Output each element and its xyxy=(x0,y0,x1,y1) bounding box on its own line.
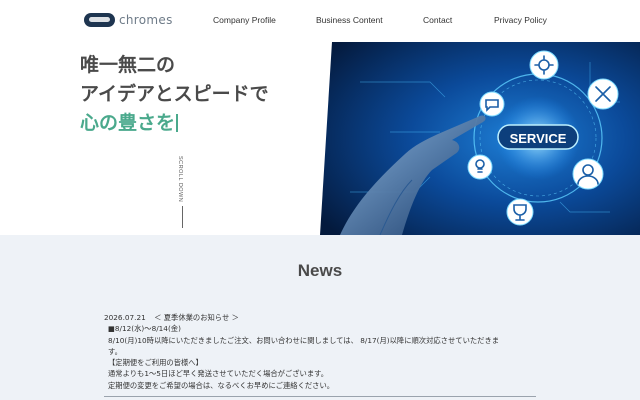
news-body-line: 【定期便をご利用の皆様へ】 xyxy=(108,358,203,368)
typing-cursor xyxy=(176,114,179,132)
nav-privacy-policy[interactable]: Privacy Policy xyxy=(494,15,547,25)
news-headline: ＜ 夏季休業のお知らせ ＞ xyxy=(154,313,239,322)
news-divider xyxy=(104,396,536,397)
hero-line-2: アイデアとスピードで xyxy=(80,83,269,105)
hero-heading: 唯一無二の アイデアとスピードで 心の豊さを xyxy=(80,51,269,138)
news-body-line: 通常よりも1〜5日ほど早く発送させていただく場合がございます。 xyxy=(108,369,329,379)
nav-business-content[interactable]: Business Content xyxy=(316,15,383,25)
news-title: News xyxy=(297,261,343,280)
hero-line-3: 心の豊さを xyxy=(80,109,269,138)
news-date: 2026.07.21 xyxy=(104,313,146,322)
news-body-line: す。 xyxy=(108,346,122,356)
news-body-line: ■8/12(水)〜8/14(金) xyxy=(108,324,181,334)
hero-image: SERVICE xyxy=(320,42,640,235)
scroll-down-line xyxy=(182,206,183,228)
hero-line-1: 唯一無二の xyxy=(80,54,176,76)
news-body: ■8/12(水)〜8/14(金) 8/10(月)10時以降にいただきましたご注文… xyxy=(104,323,544,391)
service-illustration: SERVICE xyxy=(320,42,640,235)
news-item[interactable]: 2026.07.21 ＜ 夏季休業のお知らせ ＞ ■8/12(水)〜8/14(金… xyxy=(104,312,544,391)
main-nav: Company Profile Business Content Contact… xyxy=(0,15,640,29)
news-item-header: 2026.07.21 ＜ 夏季休業のお知らせ ＞ xyxy=(104,312,544,323)
news-body-line: 8/10(月)10時以降にいただきましたご注文、お問い合わせに関しましては、 8… xyxy=(108,335,500,345)
scroll-down-label: SCROLL DOWN xyxy=(177,156,183,203)
news-body-line: 定期便の変更をご希望の場合は、なるべくお早めにご連絡ください。 xyxy=(108,380,335,390)
scroll-down-indicator[interactable]: SCROLL DOWN xyxy=(177,156,189,206)
hero-line-3-text: 心の豊さを xyxy=(80,112,176,134)
nav-contact[interactable]: Contact xyxy=(423,15,452,25)
site-header: chromes Company Profile Business Content… xyxy=(0,0,640,42)
nav-company-profile[interactable]: Company Profile xyxy=(213,15,276,25)
service-label: SERVICE xyxy=(510,131,567,146)
news-section: News 2026.07.21 ＜ 夏季休業のお知らせ ＞ ■8/12(水)〜8… xyxy=(0,235,640,400)
